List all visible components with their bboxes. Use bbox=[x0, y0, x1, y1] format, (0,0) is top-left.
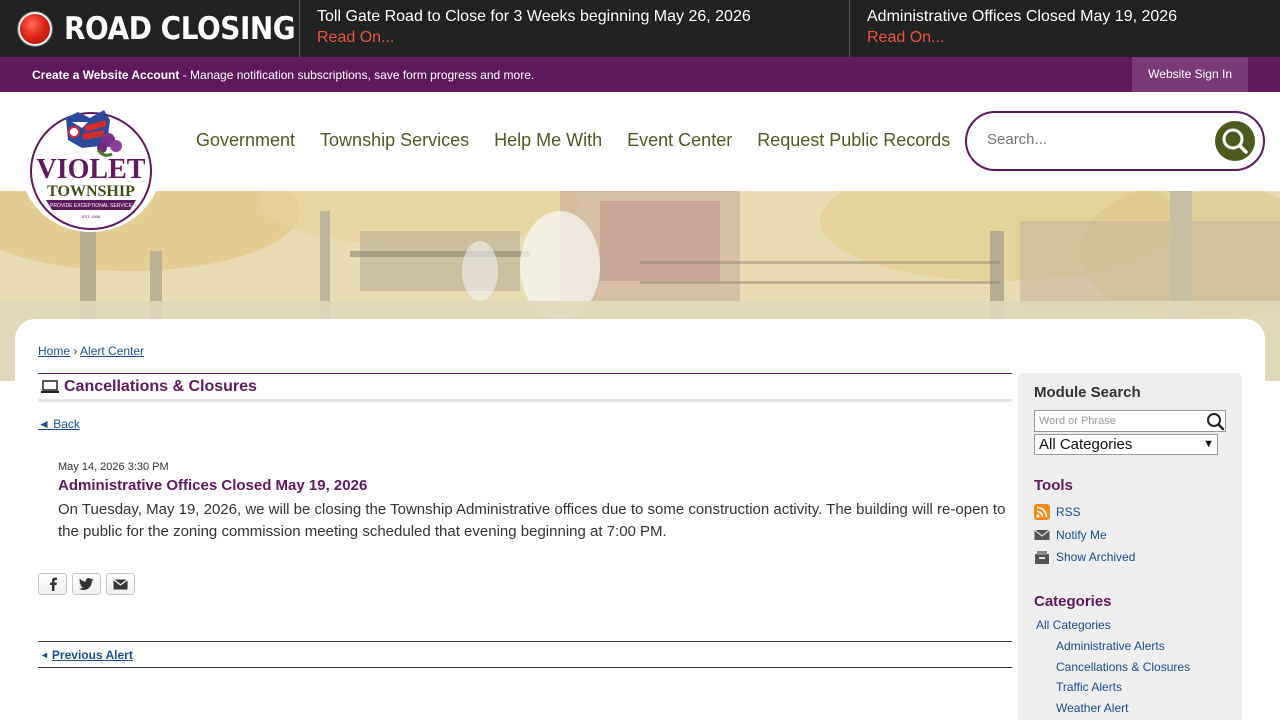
category-select-value: All Categories bbox=[1039, 436, 1133, 453]
category-select[interactable]: All Categories ▼ bbox=[1034, 434, 1218, 455]
alert-item[interactable]: Administrative Offices Closed May 19, 20… bbox=[850, 0, 1280, 57]
account-bar: Create a Website Account - Manage notifi… bbox=[0, 57, 1280, 92]
logo-est: EST. 1808 bbox=[82, 214, 101, 219]
breadcrumb-home-link[interactable]: Home bbox=[38, 344, 70, 358]
township-logo[interactable]: VIOLET TOWNSHIP PROVIDE EXCEPTIONAL SERV… bbox=[20, 96, 162, 232]
sign-in-button[interactable]: Website Sign In bbox=[1132, 57, 1248, 92]
search-button[interactable] bbox=[1215, 121, 1255, 161]
nav-item-government[interactable]: Government bbox=[196, 130, 295, 151]
email-share-button[interactable] bbox=[106, 573, 135, 595]
monitor-icon bbox=[41, 379, 59, 393]
twitter-icon bbox=[79, 578, 94, 590]
alert-read-on-link[interactable]: Read On... bbox=[867, 27, 1280, 49]
categories-heading: Categories bbox=[1034, 593, 1112, 610]
site-header: VIOLET TOWNSHIP PROVIDE EXCEPTIONAL SERV… bbox=[0, 92, 1280, 232]
category-all-link[interactable]: All Categories bbox=[1036, 618, 1111, 632]
category-link[interactable]: Weather Alert bbox=[1056, 701, 1128, 715]
alert-title: ROAD CLOSING bbox=[0, 0, 300, 57]
module-title-bar: Cancellations & Closures bbox=[38, 373, 1012, 402]
facebook-share-button[interactable] bbox=[38, 573, 67, 595]
alert-beacon-icon bbox=[18, 11, 52, 46]
category-link[interactable]: Cancellations & Closures bbox=[1056, 660, 1190, 674]
nav-item-event-center[interactable]: Event Center bbox=[627, 130, 732, 151]
email-icon bbox=[113, 578, 128, 589]
account-text: Create a Website Account - Manage notifi… bbox=[0, 68, 534, 82]
twitter-share-button[interactable] bbox=[72, 573, 101, 595]
archive-icon bbox=[1035, 551, 1049, 564]
chevron-down-icon: ▼ bbox=[1203, 438, 1214, 450]
tool-label[interactable]: RSS bbox=[1056, 505, 1081, 519]
breadcrumb: Home › Alert Center bbox=[38, 344, 144, 358]
back-link[interactable]: ◄ Back bbox=[38, 417, 80, 431]
logo-text-violet: VIOLET bbox=[37, 154, 146, 185]
alert-item-title[interactable]: Administrative Offices Closed May 19, 20… bbox=[867, 7, 1280, 27]
alert-item-title[interactable]: Toll Gate Road to Close for 3 Weeks begi… bbox=[317, 7, 849, 27]
logo-tagline: PROVIDE EXCEPTIONAL SERVICE bbox=[50, 203, 133, 209]
mail-icon bbox=[1034, 529, 1050, 540]
module-search-heading: Module Search bbox=[1034, 384, 1141, 401]
logo-text-township: TOWNSHIP bbox=[47, 183, 135, 200]
alert-read-on-link[interactable]: Read On... bbox=[317, 27, 849, 49]
nav-item-help-me-with[interactable]: Help Me With bbox=[494, 130, 602, 151]
breadcrumb-separator: › bbox=[73, 344, 78, 358]
alert-item[interactable]: Toll Gate Road to Close for 3 Weeks begi… bbox=[300, 0, 850, 57]
search-icon[interactable] bbox=[1205, 411, 1225, 431]
account-description: - Manage notification subscriptions, sav… bbox=[179, 67, 535, 82]
previous-alert-bar: ◄ Previous Alert bbox=[38, 641, 1012, 668]
breadcrumb-alert-center-link[interactable]: Alert Center bbox=[80, 344, 144, 358]
category-link[interactable]: Traffic Alerts bbox=[1056, 680, 1122, 694]
rss-icon bbox=[1034, 504, 1050, 520]
nav-item-request-public-records[interactable]: Request Public Records bbox=[757, 130, 950, 151]
tool-label[interactable]: Show Archived bbox=[1056, 550, 1135, 564]
module-search-placeholder: Word or Phrase bbox=[1039, 415, 1116, 427]
alert-bar: ROAD CLOSING Toll Gate Road to Close for… bbox=[0, 0, 1280, 57]
alert-date: May 14, 2026 3:30 PM bbox=[58, 461, 169, 473]
tool-show-archived[interactable]: Show Archived bbox=[1034, 549, 1135, 565]
alert-heading: Administrative Offices Closed May 19, 20… bbox=[58, 477, 368, 494]
nav-item-township-services[interactable]: Township Services bbox=[320, 130, 469, 151]
facebook-icon bbox=[49, 577, 57, 591]
tool-notify-me[interactable]: Notify Me bbox=[1034, 527, 1107, 543]
category-link[interactable]: Administrative Alerts bbox=[1056, 639, 1165, 653]
share-buttons bbox=[38, 573, 135, 595]
site-search bbox=[965, 111, 1265, 171]
tool-label[interactable]: Notify Me bbox=[1056, 528, 1107, 542]
search-input[interactable] bbox=[987, 131, 1187, 148]
previous-arrow-icon: ◄ bbox=[40, 649, 49, 660]
tool-rss[interactable]: RSS bbox=[1034, 504, 1081, 520]
alert-title-text: ROAD CLOSING bbox=[64, 10, 296, 47]
create-account-link[interactable]: Create a Website Account bbox=[32, 68, 179, 82]
module-search-input[interactable]: Word or Phrase bbox=[1034, 410, 1226, 432]
page-title: Cancellations & Closures bbox=[64, 377, 257, 395]
content-card: Home › Alert Center Cancellations & Clos… bbox=[15, 319, 1265, 720]
previous-alert-link[interactable]: Previous Alert bbox=[52, 648, 133, 662]
sidebar: Module Search Word or Phrase All Categor… bbox=[1018, 373, 1242, 720]
alert-body: On Tuesday, May 19, 2026, we will be clo… bbox=[58, 501, 1006, 540]
main-nav: Government Township Services Help Me Wit… bbox=[196, 130, 975, 151]
search-icon bbox=[1222, 128, 1248, 154]
tools-heading: Tools bbox=[1034, 477, 1073, 494]
